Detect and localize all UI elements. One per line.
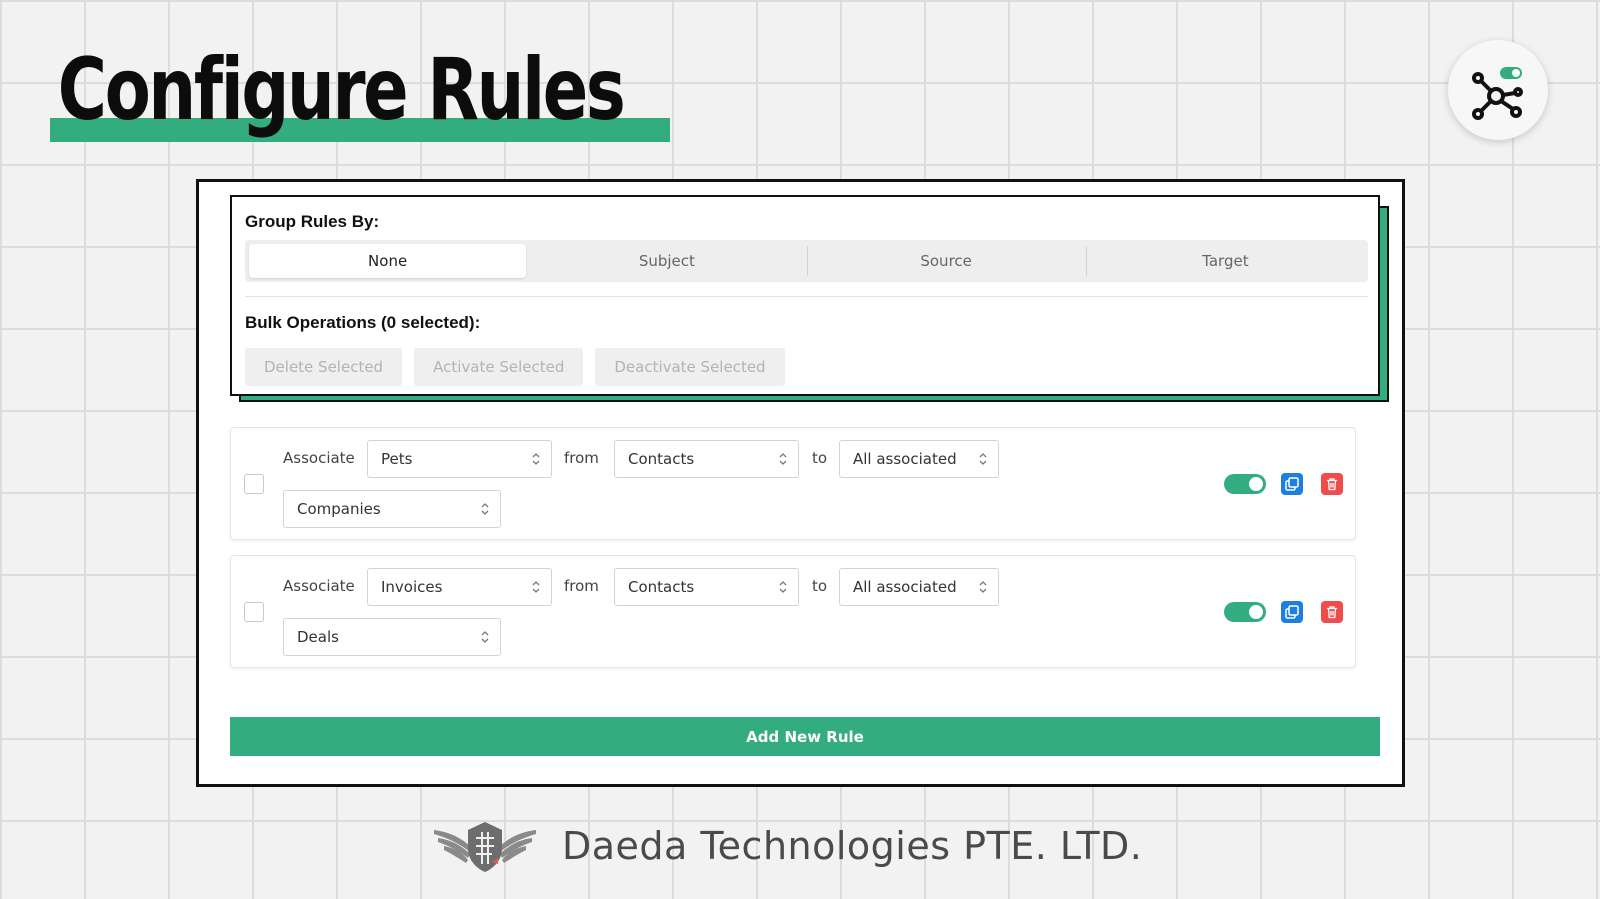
rule-active-toggle[interactable] — [1224, 602, 1266, 622]
from-label: from — [564, 449, 599, 467]
scope-select-value: All associated — [853, 450, 957, 468]
updown-chevron-icon — [481, 631, 489, 643]
bulk-buttons: Delete Selected Activate Selected Deacti… — [245, 348, 1365, 386]
page-title-wrap: Configure Rules — [50, 40, 785, 142]
group-option-none[interactable]: None — [249, 244, 527, 278]
source-select[interactable]: Contacts — [614, 440, 799, 478]
rule-active-toggle[interactable] — [1224, 474, 1266, 494]
rule-checkbox[interactable] — [244, 474, 264, 494]
delete-rule-button[interactable] — [1321, 601, 1343, 623]
scope-select-value: All associated — [853, 578, 957, 596]
app-logo-badge — [1448, 40, 1548, 140]
divider — [245, 296, 1368, 297]
from-label: from — [564, 577, 599, 595]
group-by-segmented-control: None Subject Source Target — [245, 240, 1368, 282]
toggle-knob — [1249, 477, 1263, 491]
toggle-knob — [1249, 605, 1263, 619]
updown-chevron-icon — [481, 503, 489, 515]
settings-card: Group Rules By: None Subject Source Targ… — [230, 195, 1380, 396]
add-new-rule-button[interactable]: Add New Rule — [230, 717, 1380, 756]
updown-chevron-icon — [779, 453, 787, 465]
scope-select[interactable]: All associated — [839, 440, 999, 478]
copy-icon — [1285, 477, 1299, 491]
updown-chevron-icon — [532, 581, 540, 593]
page-title: Configure Rules — [57, 40, 626, 140]
footer: Daeda Technologies PTE. LTD. — [432, 818, 1142, 874]
group-option-subject[interactable]: Subject — [528, 244, 805, 278]
rule-checkbox[interactable] — [244, 602, 264, 622]
duplicate-rule-button[interactable] — [1281, 601, 1303, 623]
source-select[interactable]: Contacts — [614, 568, 799, 606]
group-option-target[interactable]: Target — [1085, 244, 1364, 278]
source-select-value: Contacts — [628, 578, 695, 596]
group-rules-label: Group Rules By: — [245, 212, 380, 231]
duplicate-rule-button[interactable] — [1281, 473, 1303, 495]
delete-selected-button[interactable]: Delete Selected — [245, 348, 403, 386]
scope-select[interactable]: All associated — [839, 568, 999, 606]
copy-icon — [1285, 605, 1299, 619]
object-select[interactable]: Pets — [367, 440, 552, 478]
source-select-value: Contacts — [628, 450, 695, 468]
trash-icon — [1327, 606, 1337, 619]
group-option-source[interactable]: Source — [806, 244, 1085, 278]
deactivate-selected-button[interactable]: Deactivate Selected — [595, 348, 785, 386]
to-label: to — [812, 449, 828, 467]
updown-chevron-icon — [979, 581, 987, 593]
rule-row: Associate Invoices from Contacts to All … — [230, 555, 1356, 668]
rules-panel: Group Rules By: None Subject Source Targ… — [196, 179, 1405, 787]
target-select[interactable]: Deals — [283, 618, 501, 656]
winged-shield-logo — [434, 822, 536, 872]
network-toggle-icon — [1472, 67, 1523, 120]
company-name: Daeda Technologies PTE. LTD. — [562, 824, 1143, 868]
bulk-operations-label: Bulk Operations (0 selected): — [245, 313, 481, 332]
updown-chevron-icon — [979, 453, 987, 465]
associate-label: Associate — [283, 449, 355, 467]
delete-rule-button[interactable] — [1321, 473, 1343, 495]
rule-row: Associate Pets from Contacts to All asso… — [230, 427, 1356, 540]
associate-label: Associate — [283, 577, 355, 595]
updown-chevron-icon — [779, 581, 787, 593]
object-select-value: Pets — [381, 450, 413, 468]
object-select[interactable]: Invoices — [367, 568, 552, 606]
trash-icon — [1327, 478, 1337, 491]
target-select-value: Companies — [297, 500, 381, 518]
object-select-value: Invoices — [381, 578, 443, 596]
target-select[interactable]: Companies — [283, 490, 501, 528]
activate-selected-button[interactable]: Activate Selected — [414, 348, 584, 386]
to-label: to — [812, 577, 828, 595]
target-select-value: Deals — [297, 628, 339, 646]
updown-chevron-icon — [532, 453, 540, 465]
